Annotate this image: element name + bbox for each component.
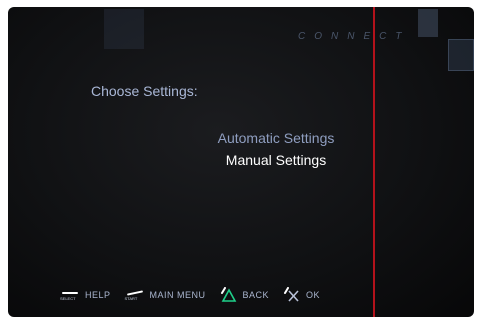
ok-control[interactable]: OK: [283, 287, 320, 303]
back-control[interactable]: BACK: [220, 287, 270, 303]
start-button-icon: START: [125, 289, 145, 301]
ok-label: OK: [306, 290, 321, 300]
header-title: CONNECT: [298, 31, 411, 42]
help-label: HELP: [85, 290, 111, 300]
background-panel: [448, 39, 474, 71]
tv-frame: CONNECT Choose Settings: Automatic Setti…: [0, 0, 482, 323]
game-screen: CONNECT Choose Settings: Automatic Setti…: [8, 7, 474, 317]
background-panel: [104, 9, 144, 49]
automatic-settings-option[interactable]: Automatic Settings: [106, 130, 446, 146]
settings-heading: Choose Settings:: [91, 83, 198, 99]
main-menu-label: MAIN MENU: [149, 290, 206, 300]
main-menu-control[interactable]: START MAIN MENU: [125, 289, 206, 301]
manual-settings-option[interactable]: Manual Settings: [106, 152, 446, 168]
triangle-icon: [220, 287, 238, 303]
start-caption: START: [124, 296, 138, 301]
button-legend: SELECT HELP START MAIN MENU BACK OK: [60, 285, 334, 305]
background-panel: [418, 9, 438, 37]
cross-icon: [283, 287, 301, 303]
help-control[interactable]: SELECT HELP: [60, 289, 111, 301]
back-label: BACK: [242, 290, 270, 300]
select-caption: SELECT: [60, 296, 76, 301]
select-button-icon: SELECT: [60, 289, 80, 301]
